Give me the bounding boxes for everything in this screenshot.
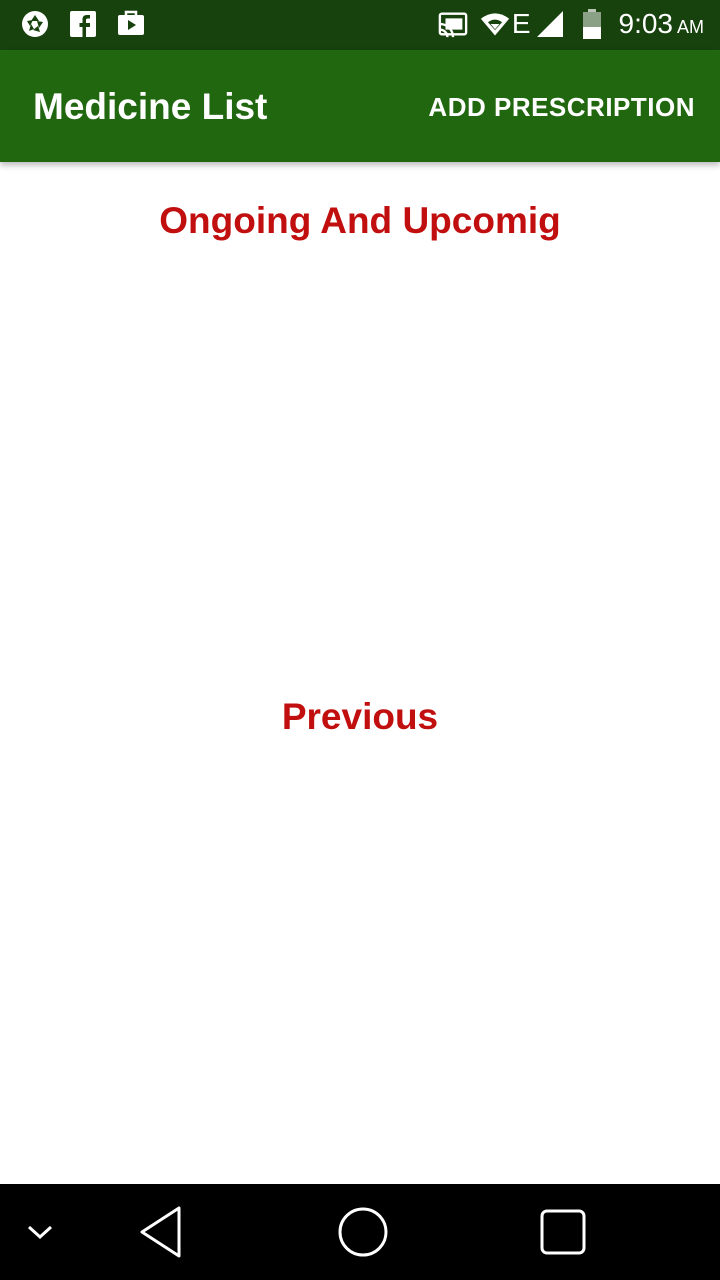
media-bag-icon bbox=[116, 9, 146, 39]
ongoing-medicine-list[interactable] bbox=[0, 258, 720, 668]
chevron-down-icon[interactable] bbox=[16, 1184, 64, 1280]
network-type-label: E bbox=[511, 8, 531, 39]
status-time: 9:03 AM bbox=[619, 8, 705, 40]
time-ampm: AM bbox=[677, 17, 704, 37]
signal-icon bbox=[535, 9, 565, 39]
aperture-icon bbox=[20, 9, 50, 39]
time-value: 9:03 bbox=[618, 8, 674, 39]
previous-medicine-list[interactable] bbox=[0, 756, 720, 1176]
add-prescription-button[interactable]: ADD PRESCRIPTION bbox=[428, 92, 695, 123]
home-icon[interactable] bbox=[328, 1184, 398, 1280]
navigation-bar bbox=[0, 1184, 720, 1280]
recents-icon[interactable] bbox=[528, 1184, 598, 1280]
status-bar: E 9:03 AM bbox=[0, 0, 720, 50]
wifi-icon bbox=[480, 9, 510, 39]
previous-section-title: Previous bbox=[281, 696, 439, 737]
back-icon[interactable] bbox=[126, 1184, 196, 1280]
cast-icon bbox=[438, 9, 468, 39]
app-bar: Medicine List ADD PRESCRIPTION bbox=[0, 50, 720, 162]
ongoing-section-title: Ongoing And Upcomig bbox=[159, 200, 561, 241]
facebook-icon bbox=[68, 9, 98, 39]
system-icons: E 9:03 AM bbox=[438, 8, 704, 40]
battery-icon bbox=[577, 9, 607, 39]
notification-icons bbox=[20, 9, 146, 39]
page-title: Medicine List bbox=[33, 86, 268, 127]
